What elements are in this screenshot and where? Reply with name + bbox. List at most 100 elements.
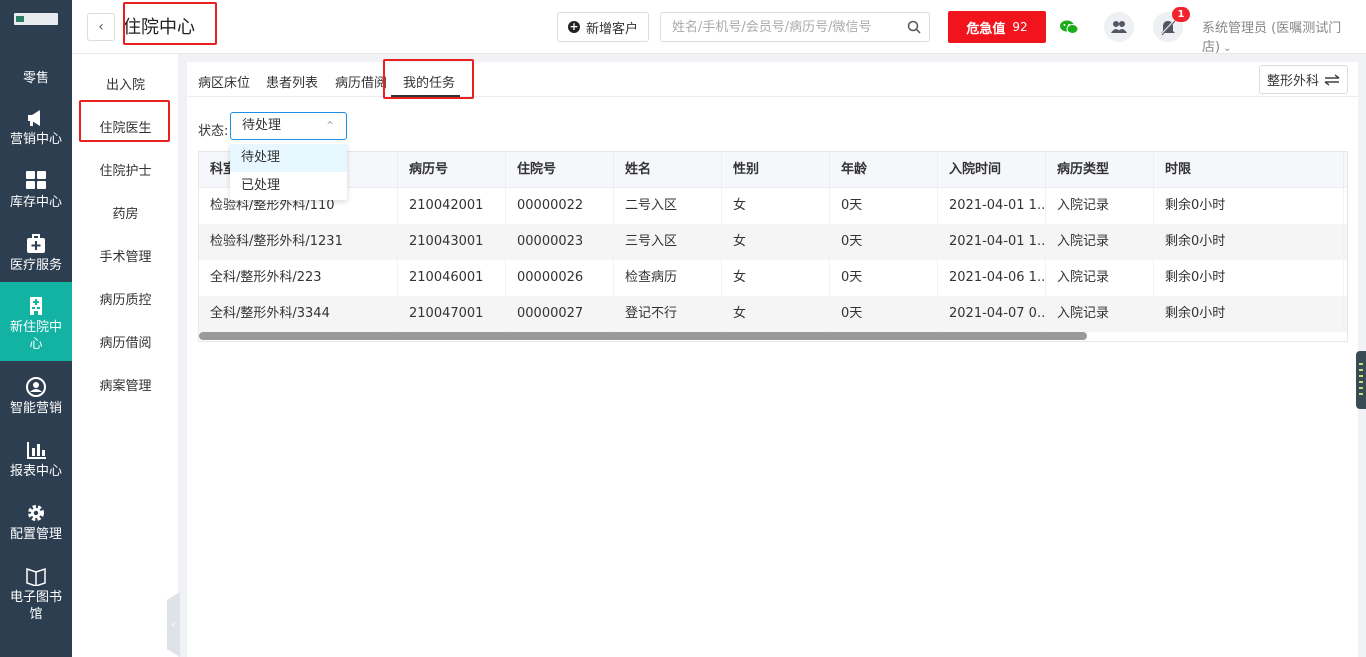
- table-cell: 女: [722, 224, 830, 260]
- critical-value-label: 危急值: [966, 21, 1006, 37]
- critical-value-count: 92: [1012, 20, 1028, 34]
- subnav-item-pharmacy[interactable]: 药房: [72, 203, 179, 222]
- medical-kit-icon: [27, 234, 45, 253]
- sidebar-item-label: 智能营销: [9, 401, 62, 416]
- sidebar-item-label: 营销中心: [9, 132, 62, 147]
- tab-patient-list[interactable]: 患者列表: [266, 72, 318, 91]
- tab-my-tasks[interactable]: 我的任务: [403, 72, 455, 91]
- notification-badge: 1: [1172, 7, 1190, 22]
- active-tab-underline: [391, 95, 460, 97]
- table-header: 科室 病历号 住院号 姓名 性别 年龄 入院时间 病历类型 时限: [199, 152, 1347, 188]
- table-cell: 2021-04-01 1...: [938, 224, 1046, 260]
- dropdown-option-pending[interactable]: 待处理: [230, 144, 347, 172]
- column-header: 年龄: [830, 152, 938, 188]
- main-sidebar: 零售 营销中心 库存中心 医疗服务 新住院中心 智能营销 报表中心 配置管理 电…: [0, 0, 72, 657]
- status-select[interactable]: 待处理 ⌃: [230, 112, 347, 140]
- sidebar-item-reports[interactable]: 报表中心: [0, 440, 72, 480]
- add-customer-label: 新增客户: [585, 21, 638, 37]
- add-customer-button[interactable]: + 新增客户: [557, 12, 649, 42]
- status-filter-label: 状态:: [198, 124, 229, 139]
- subnav-item-nurse[interactable]: 住院护士: [72, 160, 179, 179]
- hospital-icon: [30, 297, 42, 315]
- sidebar-item-label: 配置管理: [9, 527, 62, 542]
- right-side-handle[interactable]: [1356, 351, 1366, 409]
- subnav-item-admission[interactable]: 出入院: [72, 74, 179, 93]
- page-title: 住院中心: [123, 17, 195, 38]
- table-cell: 三号入区: [614, 224, 722, 260]
- sidebar-item-library[interactable]: 电子图书馆: [0, 566, 72, 623]
- top-bar: ‹ 住院中心 + 新增客户 危急值 92 1 系统管理员 (医嘱测试门店)⌄: [72, 0, 1366, 55]
- grid-icon: [26, 171, 46, 189]
- status-dropdown-menu: 待处理 已处理: [230, 143, 347, 200]
- column-header: 时限: [1154, 152, 1344, 188]
- collapse-sidebar-handle[interactable]: ‹: [167, 592, 180, 657]
- sidebar-item-label: 库存中心: [9, 195, 62, 210]
- search-input[interactable]: [661, 13, 891, 41]
- table-cell: 00000027: [506, 296, 614, 332]
- main-content: 病区床位 患者列表 病历借阅 我的任务 整形外科 状态: 待处理 ⌃ 科室 病历…: [187, 59, 1358, 657]
- table-cell: 0天: [830, 260, 938, 296]
- horizontal-scrollbar[interactable]: [199, 332, 1087, 340]
- table-cell: 二号入区: [614, 188, 722, 224]
- dropdown-option-processed[interactable]: 已处理: [230, 172, 347, 200]
- sidebar-item-label: 零售: [22, 71, 49, 86]
- table-cell: 210047001: [398, 296, 506, 332]
- sidebar-item-medical[interactable]: 医疗服务: [0, 234, 72, 274]
- subnav-item-case-management[interactable]: 病案管理: [72, 375, 179, 394]
- table-cell: 剩余0小时: [1154, 188, 1344, 224]
- book-icon: [26, 567, 46, 586]
- back-button[interactable]: ‹: [87, 13, 115, 41]
- table-cell: 女: [722, 188, 830, 224]
- bar-chart-icon: [27, 442, 46, 459]
- bell-off-icon: [1160, 18, 1176, 36]
- sidebar-item-label: 电子图书馆: [9, 590, 62, 622]
- task-table: 科室 病历号 住院号 姓名 性别 年龄 入院时间 病历类型 时限 检验科/整形外…: [198, 151, 1348, 342]
- table-cell: 0天: [830, 188, 938, 224]
- department-label: 整形外科: [1266, 74, 1319, 89]
- subnav-item-doctor[interactable]: 住院医生: [72, 117, 179, 136]
- search-icon[interactable]: [907, 20, 921, 34]
- table-row[interactable]: 检验科/整形外科/1231 210043001 00000023 三号入区 女 …: [199, 224, 1347, 260]
- column-header: 住院号: [506, 152, 614, 188]
- table-cell: 入院记录: [1046, 224, 1154, 260]
- plus-circle-icon: +: [567, 20, 580, 33]
- table-cell: 剩余0小时: [1154, 260, 1344, 296]
- table-cell: 00000022: [506, 188, 614, 224]
- table-cell: 2021-04-06 1...: [938, 260, 1046, 296]
- table-cell: 检验科/整形外科/1231: [199, 224, 398, 260]
- table-cell: 登记不行: [614, 296, 722, 332]
- search-box: [660, 12, 930, 42]
- sidebar-item-inventory[interactable]: 库存中心: [0, 171, 72, 211]
- tab-record-borrow[interactable]: 病历借阅: [335, 72, 387, 91]
- table-row[interactable]: 检验科/整形外科/110 210042001 00000022 二号入区 女 0…: [199, 188, 1347, 224]
- chevron-up-icon: ⌃: [324, 119, 335, 133]
- critical-value-button[interactable]: 危急值 92: [948, 11, 1046, 43]
- table-cell: 0天: [830, 224, 938, 260]
- wechat-icon: [1060, 20, 1079, 34]
- tab-bar: 病区床位 患者列表 病历借阅 我的任务 整形外科: [187, 59, 1358, 99]
- table-cell: 00000023: [506, 224, 614, 260]
- table-cell: 210042001: [398, 188, 506, 224]
- table-row[interactable]: 全科/整形外科/223 210046001 00000026 检查病历 女 0天…: [199, 260, 1347, 296]
- table-cell: 入院记录: [1046, 260, 1154, 296]
- tab-ward-beds[interactable]: 病区床位: [198, 72, 250, 91]
- subnav-item-surgery[interactable]: 手术管理: [72, 246, 179, 265]
- user-menu[interactable]: 系统管理员 (医嘱测试门店) ⌄: [1202, 17, 1366, 55]
- sidebar-item-marketing[interactable]: 营销中心: [0, 108, 72, 148]
- subnav-item-record-borrow[interactable]: 病历借阅: [72, 332, 179, 351]
- sidebar-item-retail[interactable]: 零售: [0, 70, 72, 87]
- sidebar-item-inpatient[interactable]: 新住院中心: [0, 282, 72, 361]
- table-row[interactable]: 全科/整形外科/3344 210047001 00000027 登记不行 女 0…: [199, 296, 1347, 332]
- team-button[interactable]: [1104, 12, 1134, 42]
- wechat-button[interactable]: [1054, 12, 1084, 42]
- department-switch-button[interactable]: 整形外科: [1259, 65, 1348, 94]
- table-cell: 00000026: [506, 260, 614, 296]
- status-select-value: 待处理: [242, 118, 282, 133]
- column-header: 病历号: [398, 152, 506, 188]
- subnav-item-record-qc[interactable]: 病历质控: [72, 289, 179, 308]
- gear-icon: [28, 505, 44, 521]
- sidebar-item-smart-marketing[interactable]: 智能营销: [0, 377, 72, 417]
- table-cell: 入院记录: [1046, 188, 1154, 224]
- sidebar-item-config[interactable]: 配置管理: [0, 503, 72, 543]
- table-cell: 2021-04-07 0...: [938, 296, 1046, 332]
